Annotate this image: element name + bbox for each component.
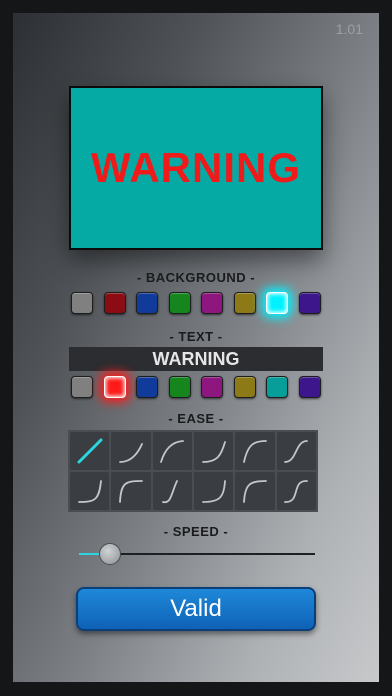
ease-out-expo-curve-icon (119, 480, 143, 503)
text-section-label: - TEXT - (169, 329, 223, 344)
background-color-swatch-5[interactable] (201, 292, 224, 314)
background-color-swatch-4[interactable] (168, 292, 191, 314)
valid-button[interactable]: Valid (76, 587, 316, 631)
ease-out-cubic-curve-icon (243, 440, 267, 463)
text-color-swatch-3[interactable] (136, 376, 159, 398)
version-label: 1.01 (335, 21, 363, 37)
ease-option-ease-in-out-cubic[interactable] (276, 472, 316, 510)
ease-option-ease-out-expo[interactable] (111, 472, 151, 510)
background-color-swatch-3[interactable] (136, 292, 159, 314)
text-color-swatch-4[interactable] (168, 376, 191, 398)
preview-text: WARNING (91, 144, 301, 191)
linear-curve-icon (77, 438, 103, 464)
background-color-swatch-6[interactable] (233, 292, 256, 314)
ease-option-ease-in-out[interactable] (276, 432, 316, 470)
ease-in-out-curve-icon (284, 440, 309, 463)
speed-section-label: - SPEED - (163, 524, 229, 539)
background-color-swatch-2[interactable] (103, 292, 126, 314)
ease-in-back-curve-icon (162, 480, 179, 504)
settings-panel: 1.01 WARNING - BACKGROUND - - TEXT - - E… (13, 13, 379, 682)
ease-option-ease-in-back[interactable] (152, 472, 192, 510)
ease-in-quad-curve-icon (119, 443, 143, 463)
preview-sign: WARNING (69, 86, 323, 250)
ease-option-linear[interactable] (70, 432, 110, 470)
ease-section-label: - EASE - (168, 411, 224, 426)
text-color-swatch-5[interactable] (201, 376, 224, 398)
text-color-swatch-1[interactable] (71, 376, 93, 398)
text-color-swatch-6[interactable] (233, 376, 256, 398)
ease-out-quad-curve-icon (160, 440, 185, 463)
ease-option-ease-out-circ[interactable] (235, 472, 275, 510)
background-color-swatch-7[interactable] (266, 292, 289, 314)
background-section-label: - BACKGROUND - (136, 270, 256, 285)
background-color-swatches (71, 292, 321, 316)
ease-in-circ-curve-icon (201, 480, 226, 503)
ease-in-expo-curve-icon (77, 480, 102, 503)
text-color-swatches (71, 376, 321, 400)
ease-option-ease-out-cubic[interactable] (235, 432, 275, 470)
speed-slider[interactable] (79, 541, 315, 567)
text-color-swatch-8[interactable] (298, 376, 321, 398)
background-color-swatch-8[interactable] (298, 292, 321, 314)
ease-out-circ-curve-icon (243, 480, 267, 503)
ease-option-ease-out-quad[interactable] (152, 432, 192, 470)
text-input[interactable] (69, 347, 323, 371)
ease-option-ease-in-circ[interactable] (193, 472, 234, 510)
background-color-swatch-1[interactable] (71, 292, 93, 314)
text-color-swatch-2[interactable] (103, 376, 126, 398)
text-color-swatch-7[interactable] (266, 376, 289, 398)
ease-option-ease-in-expo[interactable] (70, 472, 110, 510)
ease-option-ease-in-quad[interactable] (111, 432, 151, 470)
ease-option-ease-in-cubic[interactable] (193, 432, 234, 470)
ease-in-cubic-curve-icon (201, 441, 226, 463)
ease-in-out-cubic-curve-icon (284, 480, 309, 503)
slider-thumb[interactable] (98, 543, 121, 565)
ease-curve-grid (68, 430, 318, 512)
